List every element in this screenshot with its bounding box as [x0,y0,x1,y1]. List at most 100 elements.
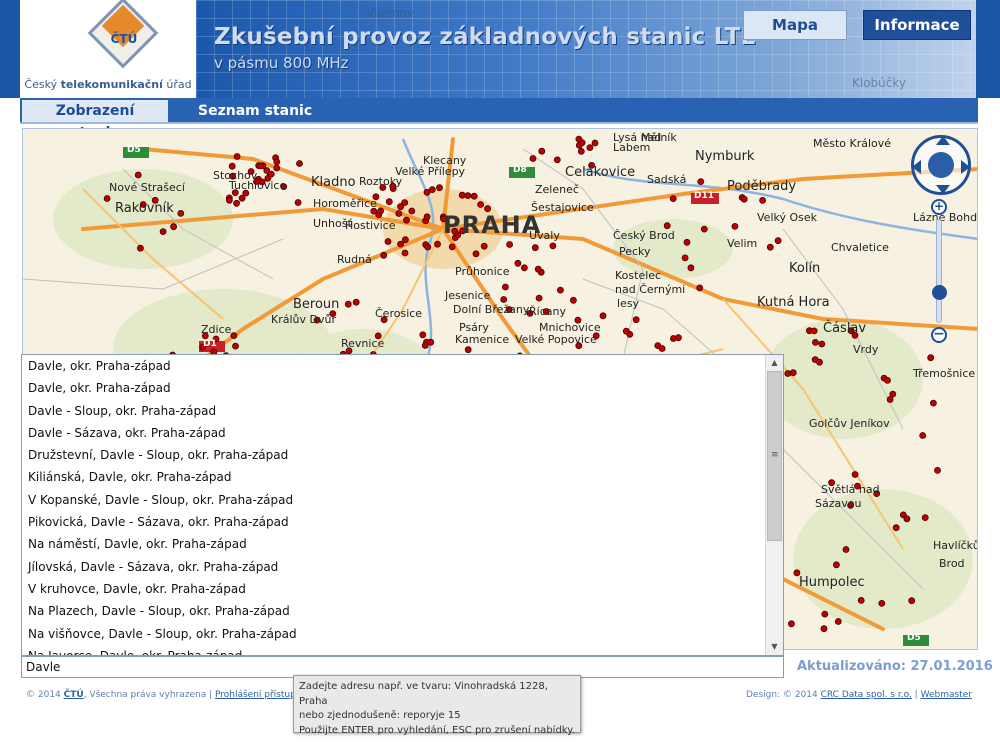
station-marker[interactable] [470,192,478,200]
station-marker[interactable] [233,199,241,207]
station-marker[interactable] [257,162,265,170]
station-marker[interactable] [403,216,410,224]
station-marker[interactable] [514,259,522,267]
station-marker[interactable] [774,237,782,245]
station-marker[interactable] [177,210,185,217]
scroll-down-icon[interactable]: ▼ [766,639,783,655]
suggestion-item[interactable]: Davle, okr. Praha-západ [22,355,766,377]
suggestion-item[interactable]: Na Javorce, Davle, okr. Praha-západ [22,645,766,655]
pan-up-icon[interactable] [936,136,950,145]
station-marker[interactable] [380,251,388,259]
station-marker[interactable] [401,249,409,257]
suggestion-item[interactable]: Davle - Sloup, okr. Praha-západ [22,400,766,422]
ctu-logo[interactable]: ČTÚ Český telekomunikační úřad [20,0,196,98]
station-marker[interactable] [789,369,797,377]
station-marker[interactable] [238,194,246,202]
pan-control[interactable] [911,135,971,195]
station-marker[interactable] [575,135,583,143]
pan-right-icon[interactable] [961,160,970,174]
station-marker[interactable] [385,198,393,206]
station-marker[interactable] [818,340,826,348]
zoom-in-button[interactable]: + [931,199,947,215]
pan-left-icon[interactable] [912,160,921,174]
station-marker[interactable] [816,358,823,366]
suggestion-item[interactable]: V Kopanské, Davle - Sloup, okr. Praha-zá… [22,489,766,511]
station-marker[interactable] [663,222,671,230]
station-marker[interactable] [419,331,427,339]
station-marker[interactable] [570,296,577,304]
station-marker[interactable] [436,184,443,192]
station-marker[interactable] [857,596,865,604]
station-marker[interactable] [687,264,695,272]
station-marker[interactable] [434,240,441,248]
suggestion-item[interactable]: Na višňovce, Davle - Sloup, okr. Praha-z… [22,623,766,645]
station-marker[interactable] [232,342,239,350]
station-marker[interactable] [599,312,607,320]
suggestion-item[interactable]: Na náměstí, Davle, okr. Praha-západ [22,533,766,555]
tab-seznam-stanic[interactable]: Seznam stanic [186,100,324,122]
ctu-link[interactable]: ČTÚ [64,690,84,700]
station-marker[interactable] [423,213,431,221]
station-marker[interactable] [377,207,385,215]
station-marker[interactable] [384,238,392,245]
station-marker[interactable] [397,203,405,211]
station-marker[interactable] [697,178,705,185]
station-marker[interactable] [448,243,456,251]
informace-button[interactable]: Informace [863,10,971,40]
scrollbar-thumb[interactable]: ≡ [767,371,782,541]
mapa-button[interactable]: Mapa [743,10,847,40]
station-marker[interactable] [267,170,275,178]
tab-zobrazeni-stanic[interactable]: Zobrazení stanic [22,100,168,141]
station-marker[interactable] [878,599,886,607]
station-marker[interactable] [851,471,859,478]
station-marker[interactable] [464,346,472,354]
station-marker[interactable] [919,432,927,439]
station-marker[interactable] [557,286,564,294]
station-marker[interactable] [759,197,766,204]
suggestion-item[interactable]: Kiliánská, Davle, okr. Praha-západ [22,466,766,488]
station-marker[interactable] [632,316,640,324]
zoom-slider-track[interactable] [936,219,942,323]
station-marker[interactable] [553,156,561,164]
station-marker[interactable] [294,199,302,206]
station-marker[interactable] [921,514,929,522]
zoom-slider-handle[interactable] [932,285,947,300]
suggestion-item[interactable]: Davle - Sázava, okr. Praha-západ [22,422,766,444]
pan-down-icon[interactable] [936,185,950,194]
station-marker[interactable] [658,345,666,352]
privacy-link[interactable]: Prohlášení přístup [215,690,296,700]
station-marker[interactable] [622,327,630,335]
station-marker[interactable] [934,466,941,474]
station-marker[interactable] [344,300,352,308]
station-marker[interactable] [421,342,429,349]
station-marker[interactable] [842,546,850,553]
suggestion-item[interactable]: Pikovická, Davle - Sázava, okr. Praha-zá… [22,511,766,533]
station-marker[interactable] [927,354,935,362]
station-marker[interactable] [884,376,891,384]
station-marker[interactable] [812,338,819,346]
station-marker[interactable] [233,153,241,160]
station-marker[interactable] [731,223,739,230]
station-marker[interactable] [424,243,432,251]
station-marker[interactable] [788,620,795,628]
station-marker[interactable] [273,164,281,172]
station-marker[interactable] [675,334,682,342]
station-marker[interactable] [833,561,840,569]
station-marker[interactable] [821,610,829,618]
station-marker[interactable] [591,139,599,147]
station-marker[interactable] [506,241,514,248]
station-marker[interactable] [401,236,409,244]
station-marker[interactable] [397,240,405,248]
station-marker[interactable] [766,243,774,251]
station-marker[interactable] [159,228,167,235]
station-marker[interactable] [408,207,416,215]
suggestion-item[interactable]: Jílovská, Davle - Sázava, okr. Praha-záp… [22,556,766,578]
scroll-up-icon[interactable]: ▲ [766,355,783,371]
station-marker[interactable] [500,296,508,303]
station-marker[interactable] [903,515,911,523]
station-marker[interactable] [908,597,916,605]
zoom-out-button[interactable]: − [931,327,947,343]
station-marker[interactable] [137,244,144,252]
station-marker[interactable] [683,238,691,246]
station-marker[interactable] [930,399,937,407]
